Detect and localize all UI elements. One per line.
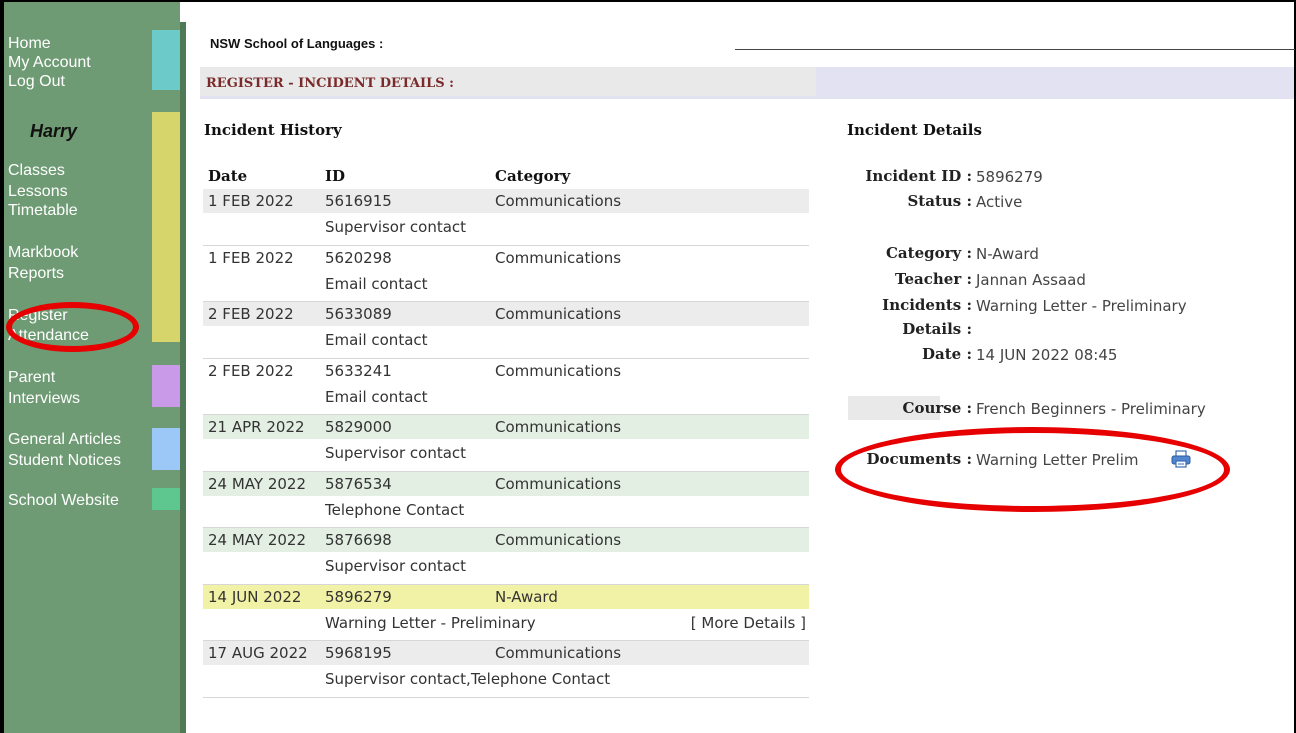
row-id: 5633241 xyxy=(325,361,392,380)
incident-id-label: Incident ID : xyxy=(865,167,972,185)
sidebar-bar-website xyxy=(152,488,180,510)
row-id: 5968195 xyxy=(325,644,392,662)
table-header: Date ID Category xyxy=(203,163,809,189)
nav-classes[interactable]: Classes xyxy=(8,161,65,180)
printer-icon[interactable] xyxy=(1170,449,1192,469)
table-row: 17 AUG 2022 5968195 Communications Supervis… xyxy=(203,641,809,698)
table-row: 1 FEB 2022 5616915 Communications Superviso… xyxy=(203,189,809,246)
row-id: 5876698 xyxy=(325,531,392,549)
nav-interviews[interactable]: Interviews xyxy=(8,389,80,408)
teacher-label: Teacher : xyxy=(895,270,972,288)
nav-school-website[interactable]: School Website xyxy=(8,491,119,510)
nav-reports[interactable]: Reports xyxy=(8,264,64,283)
row-date: 1 FEB 2022 xyxy=(208,192,294,210)
column-date: Date xyxy=(208,167,248,185)
status-label: Status : xyxy=(907,192,972,210)
incident-details-heading: Incident Details xyxy=(847,121,982,139)
row-date: 24 MAY 2022 xyxy=(208,474,306,493)
row-category: Communications xyxy=(495,418,622,436)
row-category: Communications xyxy=(495,248,622,267)
row-description: Supervisor contact xyxy=(325,557,467,575)
register-title: REGISTER - INCIDENT DETAILS : xyxy=(206,76,454,91)
table-row: 24 MAY 2022 5876534 Communications Telephon… xyxy=(203,471,809,528)
incident-history-heading: Incident History xyxy=(204,121,342,139)
date-label: Date : xyxy=(922,345,972,363)
row-description: Telephone Contact xyxy=(325,500,465,519)
annotation-ellipse-documents xyxy=(835,427,1230,512)
table-row: 14 JUN 2022 5896279 N-Award Warning Letter … xyxy=(203,584,809,641)
row-description: Email contact xyxy=(325,387,428,406)
column-id: ID xyxy=(325,167,346,185)
school-title: NSW School of Languages : xyxy=(210,36,384,51)
nav-markbook[interactable]: Markbook xyxy=(8,243,78,262)
incidents-label: Incidents : xyxy=(882,296,972,314)
sidebar-bar-articles xyxy=(152,428,180,470)
row-date: 1 FEB 2022 xyxy=(208,248,294,267)
table-body: 1 FEB 2022 5616915 Communications Superviso… xyxy=(203,189,809,698)
row-description: Email contact xyxy=(325,274,428,293)
sidebar-bar-interviews xyxy=(152,365,180,407)
more-details-link[interactable]: [ More Details ] xyxy=(691,614,806,633)
course-value: French Beginners - Preliminary xyxy=(976,400,1206,418)
row-description: Supervisor contact,Telephone Contact xyxy=(325,670,611,688)
table-row: 24 MAY 2022 5876698 Communications Supervis… xyxy=(203,528,809,585)
category-value: N-Award xyxy=(976,245,1039,263)
row-date: 2 FEB 2022 xyxy=(208,361,294,380)
row-description: Supervisor contact xyxy=(325,218,467,236)
table-row: 1 FEB 2022 5620298 Communications Email con… xyxy=(203,245,809,302)
incident-history-table: Date ID Category 1 FEB 2022 5616915 Commun… xyxy=(203,163,809,698)
column-category: Category xyxy=(495,167,571,185)
row-category: Communications xyxy=(495,361,622,380)
row-description: Supervisor contact xyxy=(325,444,467,462)
nav-my-account[interactable]: My Account xyxy=(8,53,91,72)
incident-id-value: 5896279 xyxy=(976,168,1043,186)
row-category: Communications xyxy=(495,531,622,549)
row-id: 5620298 xyxy=(325,248,392,267)
sidebar-bar-account xyxy=(152,30,180,90)
row-date: 17 AUG 2022 xyxy=(208,644,308,662)
row-date: 14 JUN 2022 xyxy=(208,587,302,606)
row-category: Communications xyxy=(495,644,622,662)
nav-lessons[interactable]: Lessons xyxy=(8,182,68,201)
row-id: 5616915 xyxy=(325,192,392,210)
row-category: Communications xyxy=(495,192,622,210)
document-link[interactable]: Warning Letter Prelim xyxy=(976,451,1138,469)
documents-label: Documents : xyxy=(866,450,972,468)
row-category: Communications xyxy=(495,474,622,493)
nav-timetable[interactable]: Timetable xyxy=(8,201,78,220)
teacher-value: Jannan Assaad xyxy=(976,271,1086,289)
row-category: N-Award xyxy=(495,587,558,606)
category-label: Category : xyxy=(885,244,972,262)
row-id: 5633089 xyxy=(325,305,392,323)
table-row: 21 APR 2022 5829000 Communications Supervis… xyxy=(203,415,809,472)
row-description: Warning Letter - Preliminary xyxy=(325,613,536,632)
window-frame-top xyxy=(0,0,1296,2)
nav-student-notices[interactable]: Student Notices xyxy=(8,451,121,470)
status-value: Active xyxy=(976,193,1023,211)
sidebar-bar-classes xyxy=(152,112,180,342)
nav-home[interactable]: Home xyxy=(8,34,51,53)
row-description: Email contact xyxy=(325,331,428,349)
table-row: 2 FEB 2022 5633089 Communications Email con… xyxy=(203,302,809,359)
user-name: Harry xyxy=(30,121,78,141)
row-category: Communications xyxy=(495,305,622,323)
sidebar-divider xyxy=(180,22,186,733)
row-date: 21 APR 2022 xyxy=(208,418,305,436)
nav-log-out[interactable]: Log Out xyxy=(8,72,65,91)
date-value: 14 JUN 2022 08:45 xyxy=(976,346,1118,364)
nav-register[interactable]: Register xyxy=(8,306,68,325)
row-id: 5876534 xyxy=(325,474,392,493)
row-date: 24 MAY 2022 xyxy=(208,531,306,549)
row-id: 5896279 xyxy=(325,587,392,606)
table-row: 2 FEB 2022 5633241 Communications Email con… xyxy=(203,358,809,415)
nav-general-articles[interactable]: General Articles xyxy=(8,430,121,449)
nav-attendance[interactable]: Attendance xyxy=(8,326,89,345)
row-id: 5829000 xyxy=(325,418,392,436)
course-label: Course : xyxy=(902,399,973,417)
incidents-value: Warning Letter - Preliminary xyxy=(976,297,1187,315)
title-rule xyxy=(735,49,1295,50)
row-date: 2 FEB 2022 xyxy=(208,305,294,323)
details-label: Details : xyxy=(902,320,972,338)
nav-parent[interactable]: Parent xyxy=(8,368,55,387)
